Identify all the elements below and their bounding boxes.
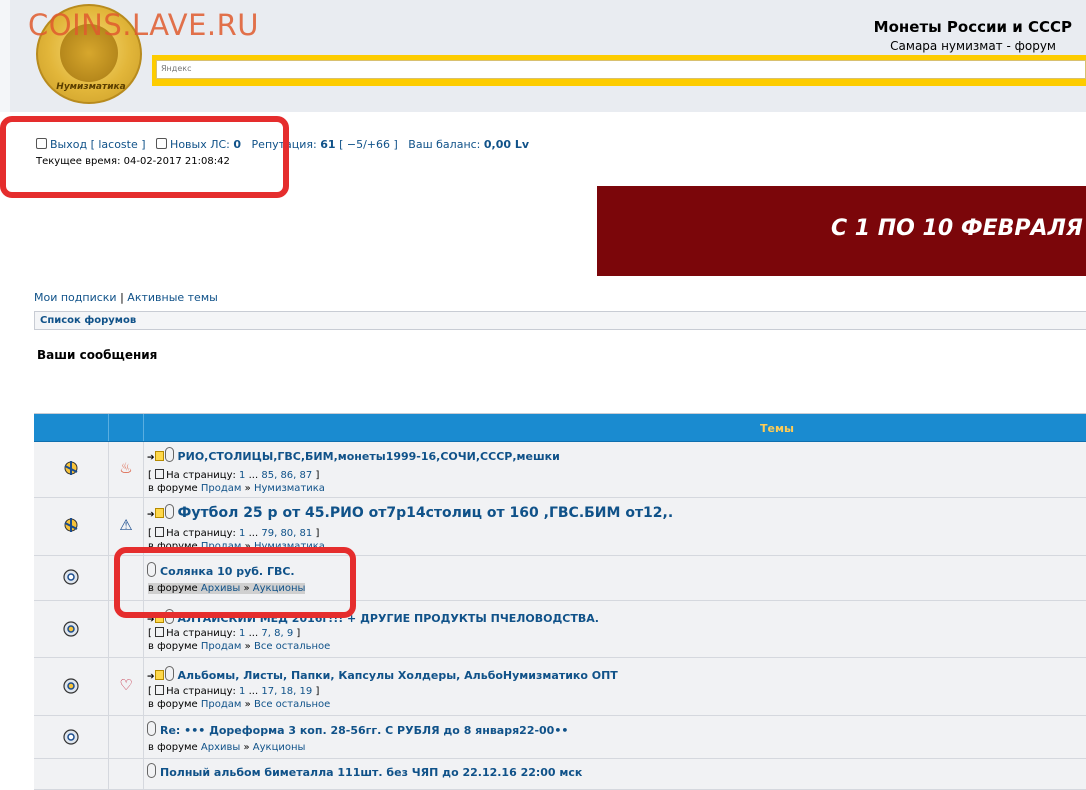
go-to-last-post-icon[interactable]: ➔ xyxy=(147,508,164,520)
page-link[interactable]: 86, xyxy=(280,470,296,481)
forum-list-link[interactable]: Список форумов xyxy=(40,315,136,326)
forum-parent-link[interactable]: Продам xyxy=(201,699,242,710)
topic-title[interactable]: Re: ••• Дореформа 3 коп. 28-56гг. С РУБЛ… xyxy=(160,724,568,737)
topic-folder-icon xyxy=(63,729,79,745)
reputation-value: 61 xyxy=(320,138,336,151)
page-link[interactable]: 85, xyxy=(261,470,277,481)
forum-child-link[interactable]: Все остальное xyxy=(254,699,330,710)
topic-forum: в форуме Продам » Все остальное xyxy=(148,699,331,710)
go-to-last-post-icon[interactable]: ➔ xyxy=(147,670,164,682)
hot-topic-folder-icon xyxy=(64,518,78,532)
topic-title[interactable]: Полный альбом биметалла 111шт. без ЧЯП д… xyxy=(160,766,582,779)
table-row: ♡ ➔ Альбомы, Листы, Папки, Капсулы Холдер… xyxy=(34,658,1086,716)
balance-value: 0,00 Lv xyxy=(483,138,530,151)
page-link[interactable]: 17, xyxy=(261,686,277,697)
topic-forum: в форуме Архивы » Аукционы xyxy=(148,742,306,753)
page-icon xyxy=(155,527,165,537)
annotation-highlight-userinfo xyxy=(0,116,289,198)
column-header-topics: Темы xyxy=(760,422,794,435)
table-header: Темы xyxy=(34,414,1086,442)
site-header: Нумизматика COINS.LAVE.RU Монеты России … xyxy=(0,0,1086,112)
attachment-icon xyxy=(147,721,156,736)
quick-links: Мои подписки | Активные темы xyxy=(34,291,218,304)
pagination: [ На страницу: 1 ... 85, 86, 87 ] xyxy=(148,469,320,481)
site-title[interactable]: Монеты России и СССР xyxy=(874,18,1072,36)
page-link[interactable]: 7, xyxy=(261,628,271,639)
topic-title[interactable]: Альбомы, Листы, Папки, Капсулы Холдеры, … xyxy=(178,669,618,682)
page-icon xyxy=(155,685,165,695)
topic-forum: в форуме Продам » Все остальное xyxy=(148,641,331,652)
page-title: Ваши сообщения xyxy=(37,348,158,362)
topic-forum: в форуме Продам » Нумизматика xyxy=(148,483,325,494)
topic-folder-icon xyxy=(63,621,79,637)
page-link[interactable]: 79, xyxy=(261,528,277,539)
header-edge xyxy=(0,0,10,112)
page-link[interactable]: 1 xyxy=(239,686,245,697)
topic-title[interactable]: Футбол 25 р от 45.РИО от7р14столиц от 16… xyxy=(178,505,674,521)
table-row: Полный альбом биметалла 111шт. без ЧЯП д… xyxy=(34,759,1086,790)
pagination: [ На страницу: 1 ... 17, 18, 19 ] xyxy=(148,685,320,697)
topic-folder-icon xyxy=(63,569,79,585)
site-subtitle: Самара нумизмат - форум xyxy=(890,39,1056,53)
balance-label: Ваш баланс: xyxy=(408,138,481,151)
pagination: [ На страницу: 1 ... 79, 80, 81 ] xyxy=(148,527,320,539)
go-to-last-post-icon[interactable]: ➔ xyxy=(147,451,164,463)
pagination: [ На страницу: 1 ... 7, 8, 9 ] xyxy=(148,627,301,639)
annotation-highlight-topic xyxy=(114,547,356,618)
forum-parent-link[interactable]: Продам xyxy=(201,483,242,494)
page-link[interactable]: 1 xyxy=(239,470,245,481)
topic-folder-icon xyxy=(63,678,79,694)
page-link[interactable]: 18, xyxy=(280,686,296,697)
watermark: COINS.LAVE.RU xyxy=(28,8,260,42)
yandex-search-input[interactable]: Яндекс xyxy=(156,60,1086,79)
attachment-icon xyxy=(147,763,156,778)
breadcrumb: Список форумов xyxy=(34,311,1086,330)
forum-child-link[interactable]: Все остальное xyxy=(254,641,330,652)
active-topics-link[interactable]: Активные темы xyxy=(127,291,218,304)
topic-title[interactable]: РИО,СТОЛИЦЫ,ГВС,БИМ,монеты1999-16,СОЧИ,С… xyxy=(178,450,560,463)
fire-icon: ♨ xyxy=(119,459,133,477)
promo-banner[interactable]: С 1 ПО 10 ФЕВРАЛЯ xyxy=(597,186,1086,276)
page-link[interactable]: 80, xyxy=(280,528,296,539)
page-link[interactable]: 81 xyxy=(300,528,313,539)
reputation-detail[interactable]: [ −5/+66 ] xyxy=(339,138,398,151)
banner-text: С 1 ПО 10 ФЕВРАЛЯ xyxy=(831,216,1083,241)
page-link[interactable]: 87 xyxy=(300,470,313,481)
page-link[interactable]: 1 xyxy=(239,628,245,639)
heart-icon: ♡ xyxy=(119,676,133,694)
page-link[interactable]: 19 xyxy=(300,686,313,697)
page-icon xyxy=(155,469,165,479)
attachment-icon xyxy=(164,666,174,681)
forum-child-link[interactable]: Нумизматика xyxy=(254,483,325,494)
attachment-icon xyxy=(164,504,174,519)
table-row: Re: ••• Дореформа 3 коп. 28-56гг. С РУБЛ… xyxy=(34,716,1086,759)
warning-icon: ⚠ xyxy=(119,516,133,534)
page-link[interactable]: 1 xyxy=(239,528,245,539)
my-subscriptions-link[interactable]: Мои подписки xyxy=(34,291,117,304)
forum-child-link[interactable]: Аукционы xyxy=(253,742,306,753)
forum-parent-link[interactable]: Архивы xyxy=(201,742,240,753)
page-link[interactable]: 9 xyxy=(287,628,293,639)
table-row: ♨ ➔ РИО,СТОЛИЦЫ,ГВС,БИМ,монеты1999-16,СОЧ… xyxy=(34,442,1086,498)
page-icon xyxy=(155,627,165,637)
logo-text: Нумизматика xyxy=(56,82,126,92)
forum-parent-link[interactable]: Продам xyxy=(201,641,242,652)
hot-topic-folder-icon xyxy=(64,461,78,475)
page-link[interactable]: 8, xyxy=(274,628,284,639)
nav-separator: | xyxy=(120,291,124,304)
attachment-icon xyxy=(164,447,174,462)
